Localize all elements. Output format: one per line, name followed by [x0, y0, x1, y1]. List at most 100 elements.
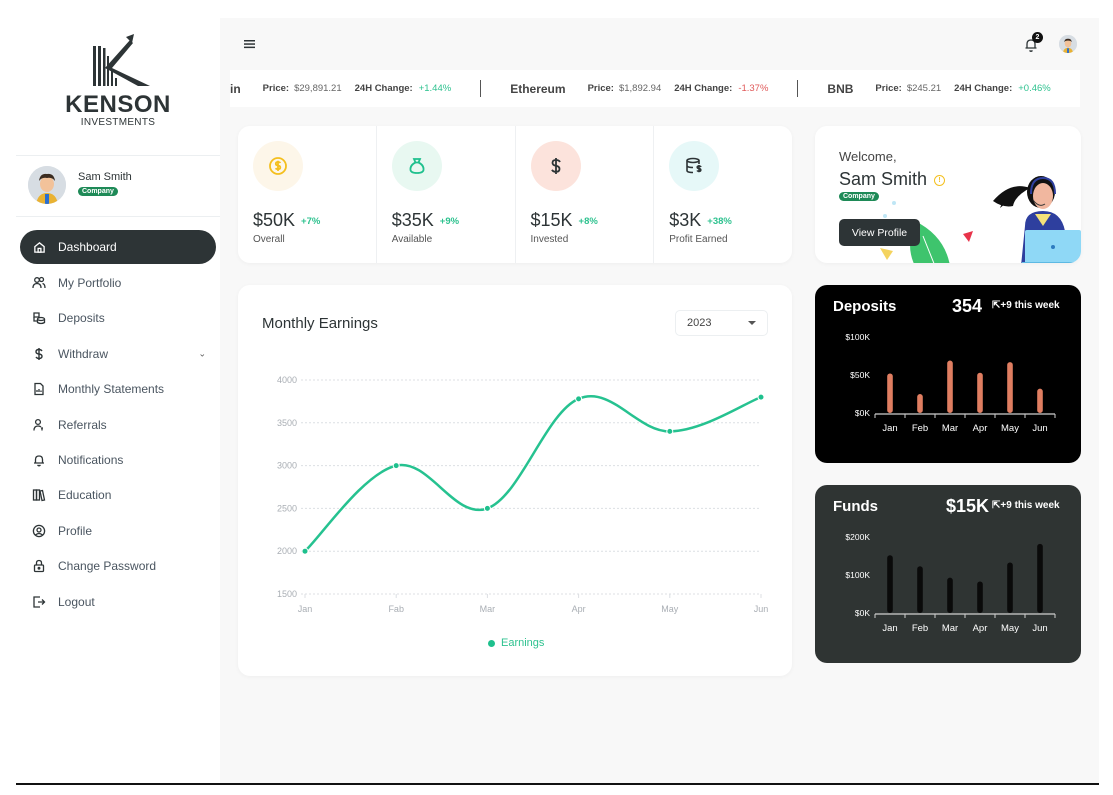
stat-change: +8%	[578, 216, 598, 227]
stat-overall: $50K +7% Overall	[238, 126, 377, 263]
logo-mark-icon	[93, 34, 150, 86]
stat-label: Profit Earned	[669, 234, 728, 245]
bar	[947, 360, 953, 413]
y-tick-label: $200K	[845, 532, 870, 542]
deposits-card: Deposits 354 ⇱+9 this week $0K $50K $100K J…	[815, 285, 1081, 463]
sidebar-item-label: Notifications	[58, 453, 124, 468]
legend-label: Earnings	[501, 637, 545, 649]
sidebar-item-label: Deposits	[58, 311, 105, 326]
divider	[16, 155, 220, 156]
sidebar-item-referrals[interactable]: Referrals	[20, 407, 216, 442]
sidebar-item-education[interactable]: Education	[20, 478, 216, 513]
sidebar-item-dashboard[interactable]: Dashboard	[20, 230, 216, 264]
stat-value: $15K	[530, 210, 573, 230]
coin-price: $29,891.21	[294, 83, 342, 94]
y-tick-label: $0K	[855, 408, 870, 418]
welcome-card: Welcome, Sam Smith ! Company View Profil…	[815, 126, 1081, 263]
earnings-line-chart: 1500 2000 2500 3000 3500 4000 Jan Fab Mar Apr May J…	[277, 375, 768, 614]
ticker-separator	[797, 80, 799, 97]
x-tick-label: May	[1001, 623, 1019, 634]
brand-name: KENSON	[65, 91, 171, 118]
sidebar-item-deposits[interactable]: Deposits	[20, 301, 216, 336]
data-point	[483, 504, 491, 512]
sidebar-item-label: Dashboard	[58, 240, 117, 254]
stat-icon-circle	[530, 141, 581, 191]
data-point	[575, 395, 583, 403]
y-tick-label: $50K	[850, 370, 870, 380]
ticker-track: in Price: $29,891.21 24H Change: +1.44% …	[230, 70, 1051, 107]
user-circle-icon	[32, 524, 46, 538]
sidebar-item-label: Referrals	[58, 417, 107, 432]
sidebar-item-notifications[interactable]: Notifications	[20, 442, 216, 477]
funds-bar-chart: $0K $100K $200K Jan Feb Mar Apr May Jun	[845, 532, 1056, 634]
bar	[917, 394, 923, 413]
y-tick-label: 3000	[277, 461, 297, 471]
sidebar-item-change-password[interactable]: Change Password	[20, 549, 216, 584]
stat-value: $3K	[669, 210, 702, 230]
bar	[977, 372, 983, 413]
sidebar-item-label: Withdraw	[58, 346, 109, 361]
home-icon	[32, 240, 46, 254]
x-tick-label: Jan	[882, 423, 897, 434]
sidebar-item-label: Logout	[58, 594, 95, 609]
bar	[917, 566, 923, 613]
y-tick-label: 4000	[277, 375, 297, 385]
sidebar-item-monthly-statements[interactable]: Monthly Statements	[20, 372, 216, 407]
x-tick-label: Jun	[1032, 623, 1047, 634]
database-dollar-icon	[686, 157, 702, 174]
x-tick-label: Jan	[298, 604, 313, 614]
x-tick-label: May	[1001, 423, 1019, 434]
dollar-coin-icon	[269, 157, 287, 175]
avatar	[28, 166, 66, 204]
y-tick-label: $100K	[845, 570, 870, 580]
sidebar-nav: Dashboard My Portfolio Deposits Withdraw…	[20, 230, 216, 619]
x-tick-label: Mar	[942, 623, 958, 634]
deposits-bar-chart: $0K $50K $100K Jan Feb Mar Apr May Jun	[845, 332, 1056, 434]
chart-legend[interactable]: Earnings	[488, 637, 544, 649]
sidebar-item-withdraw[interactable]: Withdraw ⌄	[20, 336, 216, 371]
view-profile-button[interactable]: View Profile	[839, 219, 920, 246]
price-label: Price:	[875, 83, 902, 94]
legend-marker	[488, 639, 495, 647]
info-icon[interactable]: !	[934, 175, 946, 186]
x-tick-label: Jun	[1032, 423, 1047, 434]
sidebar-item-my-portfolio[interactable]: My Portfolio	[20, 265, 216, 300]
sidebar-item-logout[interactable]: Logout	[20, 584, 216, 619]
coin-name: Ethereum	[510, 81, 566, 96]
brand-logo[interactable]: KENSON INVESTMENTS	[16, 18, 220, 155]
coin-name: BNB	[827, 81, 854, 96]
stats-card: $50K +7% Overall $35K +9% Available $15K +8…	[238, 126, 792, 263]
stat-label: Invested	[530, 234, 569, 245]
bar	[1007, 562, 1013, 613]
crypto-ticker: in Price: $29,891.21 24H Change: +1.44% …	[230, 70, 1080, 107]
earnings-line	[304, 395, 762, 553]
coin-price: $245.21	[906, 83, 942, 94]
coin-change: +1.44%	[418, 83, 452, 94]
coin-change: -1.37%	[738, 83, 769, 94]
price-label: Price:	[262, 83, 290, 94]
stat-invested: $15K +8% Invested	[516, 126, 655, 263]
coin-price: $1,892.94	[618, 83, 662, 94]
stat-value: $50K	[253, 210, 296, 230]
bar	[1037, 543, 1043, 613]
sidebar-item-label: Change Password	[58, 559, 157, 574]
welcome-badge: Company	[839, 192, 879, 201]
x-tick-label: Feb	[912, 423, 928, 434]
header-avatar[interactable]	[1059, 35, 1077, 53]
change-label: 24H Change:	[674, 83, 733, 94]
x-tick-label: Apr	[973, 623, 988, 634]
chevron-down-icon[interactable]: ⌄	[198, 348, 206, 359]
funds-card: Funds $15K ⇱+9 this week $0K $100K $200K Ja…	[815, 485, 1081, 663]
bar	[887, 373, 893, 413]
data-point	[392, 462, 400, 470]
notification-count-badge: 2	[1032, 32, 1043, 43]
coins-icon	[32, 311, 46, 325]
user-card[interactable]: Sam Smith Company	[28, 166, 218, 206]
sidebar-item-profile[interactable]: Profile	[20, 513, 216, 548]
menu-toggle-button[interactable]	[243, 37, 257, 51]
x-tick-label: Apr	[572, 604, 586, 614]
bar	[1007, 362, 1013, 413]
stat-value-row: $15K +8%	[531, 210, 598, 231]
sidebar-item-label: Monthly Statements	[58, 382, 165, 397]
y-tick-label: 1500	[277, 589, 297, 599]
